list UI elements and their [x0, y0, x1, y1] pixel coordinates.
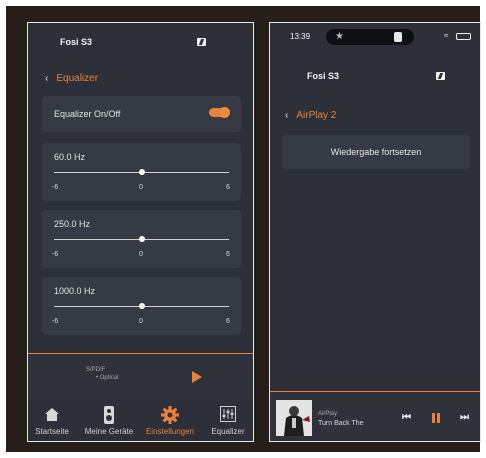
- tab-settings[interactable]: Einstellungen: [140, 401, 200, 441]
- wifi-icon: ≈: [444, 31, 449, 40]
- play-icon[interactable]: [192, 371, 202, 383]
- airplay-screen: 13:39 ★ ≈ Fosi S3 ‹ AirPlay 2 Wiedergabe…: [269, 22, 481, 442]
- next-track-icon[interactable]: ⏭: [460, 412, 469, 423]
- band-card-250hz: 250.0 Hz -6 0 6: [42, 210, 241, 268]
- back-label: Equalizer: [56, 73, 99, 84]
- track-title: Turn Back The: [318, 420, 364, 427]
- resume-playback-button[interactable]: Wiedergabe fortsetzen: [282, 135, 470, 169]
- band-label: 250.0 Hz: [54, 219, 91, 229]
- device-title: Fosi S3: [60, 37, 93, 47]
- equalizer-toggle[interactable]: [209, 107, 230, 118]
- track-source: AirPlay: [318, 411, 338, 417]
- slider-max-label: 6: [226, 318, 230, 325]
- back-link[interactable]: ‹ AirPlay 2: [285, 110, 336, 121]
- equalizer-icon: [220, 406, 236, 422]
- status-bar: 13:39 ★ ≈: [270, 23, 480, 47]
- tab-label: Startseite: [35, 427, 69, 436]
- pause-icon[interactable]: [432, 413, 435, 423]
- slider-max-label: 6: [226, 251, 230, 258]
- battery-icon: [456, 33, 471, 40]
- band-card-60hz: 60.0 Hz -6 0 6: [42, 143, 241, 201]
- device-icon[interactable]: [197, 38, 206, 46]
- speaker-icon: [104, 406, 114, 424]
- media-icon: [394, 32, 402, 42]
- dynamic-island: ★: [326, 29, 414, 45]
- mini-player[interactable]: S/PDIF • Optical: [28, 353, 253, 400]
- tab-my-devices[interactable]: Meine Geräte: [80, 401, 138, 441]
- chevron-left-icon: ‹: [45, 73, 49, 84]
- activity-icon: ★: [335, 31, 344, 42]
- now-playing-bar[interactable]: AirPlay Turn Back The ⏮ ⏭: [270, 391, 480, 441]
- slider-min-label: -6: [52, 251, 59, 258]
- source-info: S/PDIF • Optical: [86, 366, 118, 382]
- bottom-tab-bar: Startseite Meine Geräte Einstellungen Eq…: [28, 401, 253, 441]
- slider-min-label: -6: [52, 318, 59, 325]
- equalizer-screen: Fosi S3 ‹ Equalizer Equalizer On/Off 60.…: [27, 22, 254, 442]
- slider-min-label: -6: [52, 184, 59, 191]
- toggle-label: Equalizer On/Off: [54, 109, 121, 119]
- slider-max-label: 6: [226, 184, 230, 191]
- band-card-1000hz: 1000.0 Hz -6 0 6: [42, 277, 241, 335]
- slider-mid-label: 0: [139, 318, 143, 325]
- previous-track-icon[interactable]: ⏮: [402, 412, 411, 423]
- back-label: AirPlay 2: [296, 110, 337, 121]
- device-icon[interactable]: [436, 72, 445, 80]
- equalizer-toggle-row: Equalizer On/Off: [42, 96, 241, 132]
- band-label: 1000.0 Hz: [54, 286, 96, 296]
- tab-label: Einstellungen: [145, 427, 195, 436]
- slider-mid-label: 0: [139, 184, 143, 191]
- source-input: • Optical: [96, 375, 119, 381]
- slider-mid-label: 0: [139, 251, 143, 258]
- album-art: [276, 400, 312, 436]
- tab-home[interactable]: Startseite: [28, 401, 76, 441]
- tab-label: Equalizer: [211, 427, 245, 436]
- gear-icon: [161, 406, 179, 424]
- band-slider-knob[interactable]: [138, 303, 145, 309]
- chevron-left-icon: ‹: [285, 110, 289, 121]
- source-name: S/PDIF: [86, 367, 106, 373]
- band-slider-knob[interactable]: [138, 169, 145, 175]
- resume-label: Wiedergabe fortsetzen: [330, 147, 422, 157]
- band-label: 60.0 Hz: [54, 152, 86, 162]
- track-info: AirPlay Turn Back The: [318, 410, 364, 428]
- tab-label: Meine Geräte: [84, 427, 134, 436]
- band-slider-knob[interactable]: [138, 236, 145, 242]
- tab-equalizer[interactable]: Equalizer: [204, 401, 252, 441]
- home-icon: [45, 408, 59, 421]
- device-title: Fosi S3: [307, 71, 340, 81]
- back-link[interactable]: ‹ Equalizer: [45, 73, 98, 84]
- status-time: 13:39: [290, 32, 311, 41]
